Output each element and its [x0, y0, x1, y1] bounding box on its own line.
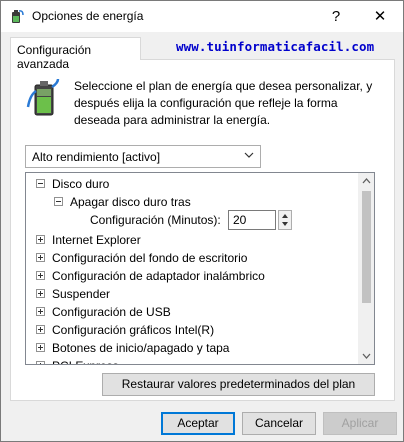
collapse-icon[interactable] [36, 179, 45, 188]
restore-defaults-button[interactable]: Restaurar valores predeterminados del pl… [102, 373, 375, 396]
expand-icon[interactable] [36, 235, 45, 244]
help-button[interactable]: ? [313, 1, 359, 32]
power-options-icon [12, 10, 24, 23]
tree-item-label: Internet Explorer [52, 233, 141, 247]
accept-button[interactable]: Aceptar [161, 412, 235, 435]
expand-icon[interactable] [36, 325, 45, 334]
setting-minutes-label: Configuración (Minutos): [90, 213, 221, 227]
tree-item-label: Suspender [52, 287, 111, 301]
power-options-dialog: Opciones de energía ? ✕ Configuración av… [0, 0, 404, 442]
expand-icon[interactable] [36, 307, 45, 316]
scroll-down-icon[interactable] [358, 347, 375, 364]
scroll-thumb[interactable] [362, 191, 371, 303]
title-bar: Opciones de energía ? ✕ [1, 1, 403, 32]
tree-item-label: PCI Express [52, 357, 119, 364]
power-plan-select[interactable]: Alto rendimiento [activo] [25, 145, 261, 168]
expand-icon[interactable] [36, 289, 45, 298]
tree-item-label: Configuración gráficos Intel(R) [52, 323, 215, 337]
close-button[interactable]: ✕ [357, 1, 403, 32]
chevron-down-icon [244, 152, 254, 158]
arrow-up-icon[interactable] [279, 211, 291, 220]
tab-advanced-settings[interactable]: Configuración avanzada [10, 37, 141, 71]
window-title: Opciones de energía [32, 9, 144, 23]
cancel-button[interactable]: Cancelar [242, 412, 316, 435]
tree-item-label: Configuración de adaptador inalámbrico [52, 269, 265, 283]
tree-scrollbar[interactable] [358, 173, 375, 364]
minutes-input[interactable]: 20 [228, 210, 276, 230]
scroll-up-icon[interactable] [358, 173, 375, 190]
apply-button[interactable]: Aplicar [323, 412, 397, 435]
battery-plug-icon [26, 78, 60, 116]
watermark: www.tuinformaticafacil.com [176, 39, 375, 54]
description-text: Seleccione el plan de energía que desea … [74, 79, 373, 127]
expand-icon[interactable] [36, 253, 45, 262]
minutes-stepper[interactable] [278, 210, 292, 230]
collapse-icon[interactable] [54, 197, 63, 206]
arrow-down-icon[interactable] [279, 220, 291, 229]
tree-item-label: Configuración del fondo de escritorio [52, 251, 248, 265]
tree-item-label: Configuración de USB [52, 305, 171, 319]
expand-icon[interactable] [36, 361, 45, 364]
tree-item-label: Apagar disco duro tras [70, 195, 191, 209]
tree-item-label: Botones de inicio/apagado y tapa [52, 341, 230, 355]
settings-tree[interactable]: Disco duro Apagar disco duro tras Config… [25, 172, 375, 365]
tree-item-label: Disco duro [52, 177, 110, 191]
expand-icon[interactable] [36, 343, 45, 352]
power-plan-value: Alto rendimiento [activo] [32, 150, 161, 164]
expand-icon[interactable] [36, 271, 45, 280]
